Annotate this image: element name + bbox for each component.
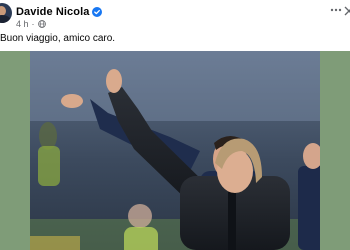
author-row: Davide Nicola <box>16 5 103 19</box>
post-timestamp[interactable]: 4 h <box>16 19 29 29</box>
more-options-icon[interactable] <box>330 8 342 12</box>
meta-separator: · <box>31 19 35 29</box>
post-photo[interactable] <box>30 51 320 250</box>
post-header: Davide Nicola 4 h · <box>0 0 350 34</box>
verified-badge-icon <box>92 7 103 17</box>
globe-icon <box>37 20 46 28</box>
post-caption: Buon viaggio, amico caro. <box>0 33 116 44</box>
post-meta: 4 h · <box>16 19 46 29</box>
author-name[interactable]: Davide Nicola <box>16 6 89 18</box>
avatar[interactable] <box>0 3 12 23</box>
post-photo-container[interactable] <box>0 51 350 250</box>
close-icon[interactable] <box>344 6 350 16</box>
